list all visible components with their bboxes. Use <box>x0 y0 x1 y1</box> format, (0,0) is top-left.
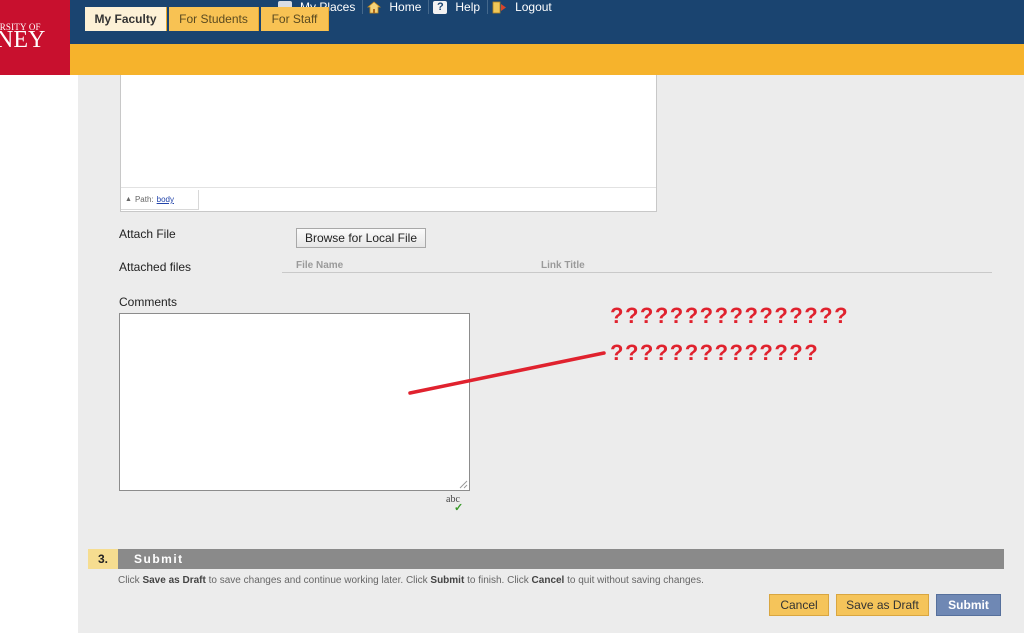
annotation-text-line-1: ???????????????? <box>610 303 850 328</box>
comments-label: Comments <box>119 295 178 309</box>
tab-for-staff-label: For Staff <box>271 12 318 26</box>
collapse-arrow-icon[interactable]: ▲ <box>125 196 132 203</box>
help-icon: ? <box>433 0 448 14</box>
tab-my-faculty-label: My Faculty <box>94 12 157 26</box>
step-number: 3. <box>88 549 118 569</box>
help-text-bold: Cancel <box>531 575 565 586</box>
attach-file-label: Attach File <box>119 227 176 241</box>
attached-files-divider <box>282 272 992 273</box>
path-body-link[interactable]: body <box>157 195 174 204</box>
tab-for-students[interactable]: For Students <box>169 7 259 31</box>
spellcheck-checkmark-icon: ✓ <box>454 502 464 514</box>
browse-local-file-button[interactable]: Browse for Local File <box>296 228 426 248</box>
annotation-text-line-2: ?????????????? <box>610 340 820 365</box>
path-indicator: ▲ Path: body <box>121 190 199 210</box>
house-icon <box>367 0 382 13</box>
help-text-part: to quit without saving changes. <box>564 575 704 586</box>
attached-files-label: Attached files <box>119 260 192 274</box>
link-title-column-header: Link Title <box>541 260 585 271</box>
cancel-button[interactable]: Cancel <box>769 594 829 616</box>
editor-path-bar: ▲ Path: body <box>121 187 656 211</box>
resize-grip-icon[interactable] <box>458 479 468 489</box>
help-text-part: Click <box>118 575 143 586</box>
nav-home[interactable]: Home <box>363 0 430 14</box>
submit-section-header: 3. Submit <box>88 549 1004 569</box>
help-text-bold: Submit <box>430 575 465 586</box>
file-name-column-header: File Name <box>296 260 344 271</box>
help-text-part: to save changes and continue working lat… <box>205 575 431 586</box>
submit-button[interactable]: Submit <box>936 594 1001 616</box>
help-text-bold: Save as Draft <box>142 575 206 586</box>
nav-home-label: Home <box>389 0 422 14</box>
university-logo[interactable]: ERSITY OF NEY <box>0 0 70 75</box>
tab-for-students-label: For Students <box>179 12 248 26</box>
tab-my-faculty[interactable]: My Faculty <box>85 7 167 31</box>
nav-logout-label: Logout <box>515 0 552 14</box>
nav-logout[interactable]: Logout <box>488 0 559 14</box>
nav-help[interactable]: ? Help <box>429 0 489 14</box>
tab-for-staff[interactable]: For Staff <box>261 7 329 31</box>
tab-bar <box>70 44 1024 75</box>
comments-textarea[interactable] <box>119 313 470 491</box>
nav-help-label: Help <box>455 0 481 14</box>
step-title: Submit <box>134 552 184 566</box>
save-as-draft-button[interactable]: Save as Draft <box>836 594 929 616</box>
help-text-part: to finish. Click <box>464 575 532 586</box>
submit-help-text: Click Save as Draft to save changes and … <box>118 575 704 586</box>
logout-icon <box>492 1 507 13</box>
rich-text-editor[interactable]: ▲ Path: body <box>120 75 657 212</box>
path-label: Path: <box>134 195 154 204</box>
logo-line-2: NEY <box>0 27 46 53</box>
